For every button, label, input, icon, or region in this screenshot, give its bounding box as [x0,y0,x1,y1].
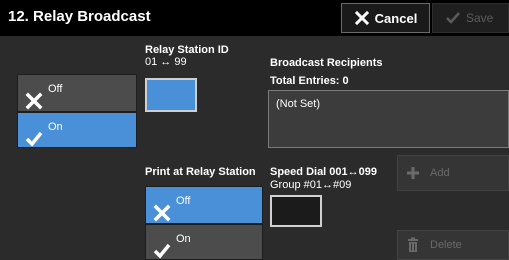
settings-panel: Off On Relay Station ID 01 ↔ 99 Broadcas… [0,36,509,260]
close-x-icon [354,10,369,26]
plus-icon [407,167,419,179]
delete-button[interactable]: Delete [397,230,509,260]
relay-station-on-label: On [48,121,63,133]
relay-station-on-option[interactable]: On [17,112,137,148]
recipients-value: (Not Set) [276,98,321,110]
checkmark-icon [25,131,43,147]
broadcast-recipients-label: Broadcast Recipients [270,57,383,69]
print-relay-off-label: Off [176,195,191,207]
delete-label: Delete [430,239,462,251]
add-button[interactable]: Add [397,155,509,191]
relay-station-id-field[interactable] [145,78,197,112]
save-button[interactable]: Save [432,3,509,33]
close-x-icon [153,204,171,222]
cancel-button[interactable]: Cancel [341,3,430,33]
group-range: Group #01↔#09 [270,179,352,191]
speed-dial-label: Speed Dial 001↔099 [270,166,378,178]
print-relay-on-option[interactable]: On [145,224,263,260]
total-entries: Total Entries: 0 [270,75,349,87]
relay-station-range: 01 ↔ 99 [145,56,187,68]
header-bar: 12. Relay Broadcast Cancel Save [0,0,509,36]
trash-icon [408,237,418,252]
screen-title: 12. Relay Broadcast [8,8,151,25]
recipients-list[interactable]: (Not Set) [268,90,509,148]
cancel-label: Cancel [374,10,418,26]
relay-station-off-label: Off [48,83,63,95]
checkmark-icon [153,243,171,259]
add-label: Add [430,167,450,179]
print-at-relay-label: Print at Relay Station [145,166,256,178]
close-x-icon [25,92,43,110]
print-relay-off-option[interactable]: Off [145,186,263,224]
print-relay-on-label: On [176,233,191,245]
relay-station-off-option[interactable]: Off [17,74,137,112]
speed-dial-field[interactable] [270,195,322,227]
checkmark-icon [446,12,460,24]
save-label: Save [466,11,494,25]
